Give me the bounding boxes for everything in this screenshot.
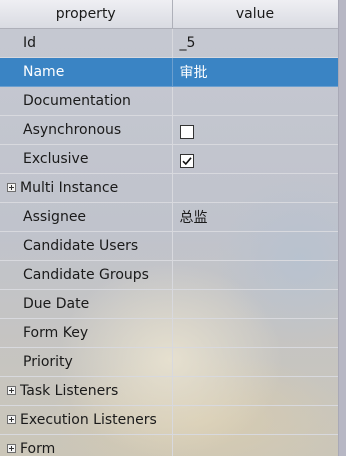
row-candidate-users[interactable]: Candidate Users (0, 231, 338, 261)
property-label: Priority (0, 347, 173, 377)
property-label: Candidate Users (0, 231, 173, 261)
property-value[interactable]: 总监 (172, 202, 338, 232)
property-label: Multi Instance (20, 180, 119, 196)
property-value[interactable]: 审批 (172, 57, 338, 87)
row-due-date[interactable]: Due Date (0, 289, 338, 319)
value-column-header[interactable]: value (172, 0, 338, 29)
property-value[interactable] (172, 260, 338, 290)
row-form[interactable]: Form (0, 434, 338, 456)
property-label: Asynchronous (0, 115, 173, 145)
property-value[interactable] (172, 405, 338, 435)
property-label-cell: Multi Instance (0, 173, 173, 203)
row-task-listeners[interactable]: Task Listeners (0, 376, 338, 406)
property-value[interactable] (172, 289, 338, 319)
row-id[interactable]: Id _5 (0, 28, 338, 58)
property-label: Form (20, 441, 56, 456)
expand-plus-icon[interactable] (7, 182, 16, 192)
row-assignee[interactable]: Assignee 总监 (0, 202, 338, 232)
exclusive-checkbox[interactable] (179, 154, 194, 168)
property-value[interactable] (172, 376, 338, 406)
property-column-header[interactable]: property (0, 0, 173, 29)
row-form-key[interactable]: Form Key (0, 318, 338, 348)
row-priority[interactable]: Priority (0, 347, 338, 377)
property-label: Candidate Groups (0, 260, 173, 290)
row-name[interactable]: Name 审批 (0, 57, 338, 87)
property-label: Documentation (0, 86, 173, 116)
expand-plus-icon[interactable] (7, 385, 16, 395)
property-label: Due Date (0, 289, 173, 319)
property-value[interactable] (172, 347, 338, 377)
property-label: Name (0, 57, 173, 87)
property-value[interactable] (172, 173, 338, 203)
property-value (172, 115, 338, 145)
property-value (172, 144, 338, 174)
property-label: Assignee (0, 202, 173, 232)
row-exclusive[interactable]: Exclusive (0, 144, 338, 174)
property-label: Form Key (0, 318, 173, 348)
property-label: Task Listeners (20, 383, 119, 399)
property-label: Execution Listeners (20, 412, 157, 428)
row-candidate-groups[interactable]: Candidate Groups (0, 260, 338, 290)
row-documentation[interactable]: Documentation (0, 86, 338, 116)
expand-plus-icon[interactable] (7, 443, 16, 453)
asynchronous-checkbox[interactable] (179, 125, 194, 139)
property-value[interactable]: _5 (172, 28, 338, 58)
property-value[interactable] (172, 86, 338, 116)
row-asynchronous[interactable]: Asynchronous (0, 115, 338, 145)
property-label-cell: Task Listeners (0, 376, 173, 406)
property-label-cell: Execution Listeners (0, 405, 173, 435)
row-execution-listeners[interactable]: Execution Listeners (0, 405, 338, 435)
checkmark-icon (181, 157, 192, 166)
vertical-scrollbar[interactable] (338, 0, 346, 456)
row-multi-instance[interactable]: Multi Instance (0, 173, 338, 203)
expand-plus-icon[interactable] (7, 414, 16, 424)
property-label: Exclusive (0, 144, 173, 174)
property-value[interactable] (172, 318, 338, 348)
property-sheet: property value Id _5 Name 审批 Documentati… (0, 0, 338, 456)
table-header: property value (0, 0, 338, 29)
property-label-cell: Form (0, 434, 173, 456)
property-value[interactable] (172, 231, 338, 261)
property-label: Id (0, 28, 173, 58)
property-table: property value Id _5 Name 审批 Documentati… (0, 0, 338, 456)
property-value[interactable] (172, 434, 338, 456)
